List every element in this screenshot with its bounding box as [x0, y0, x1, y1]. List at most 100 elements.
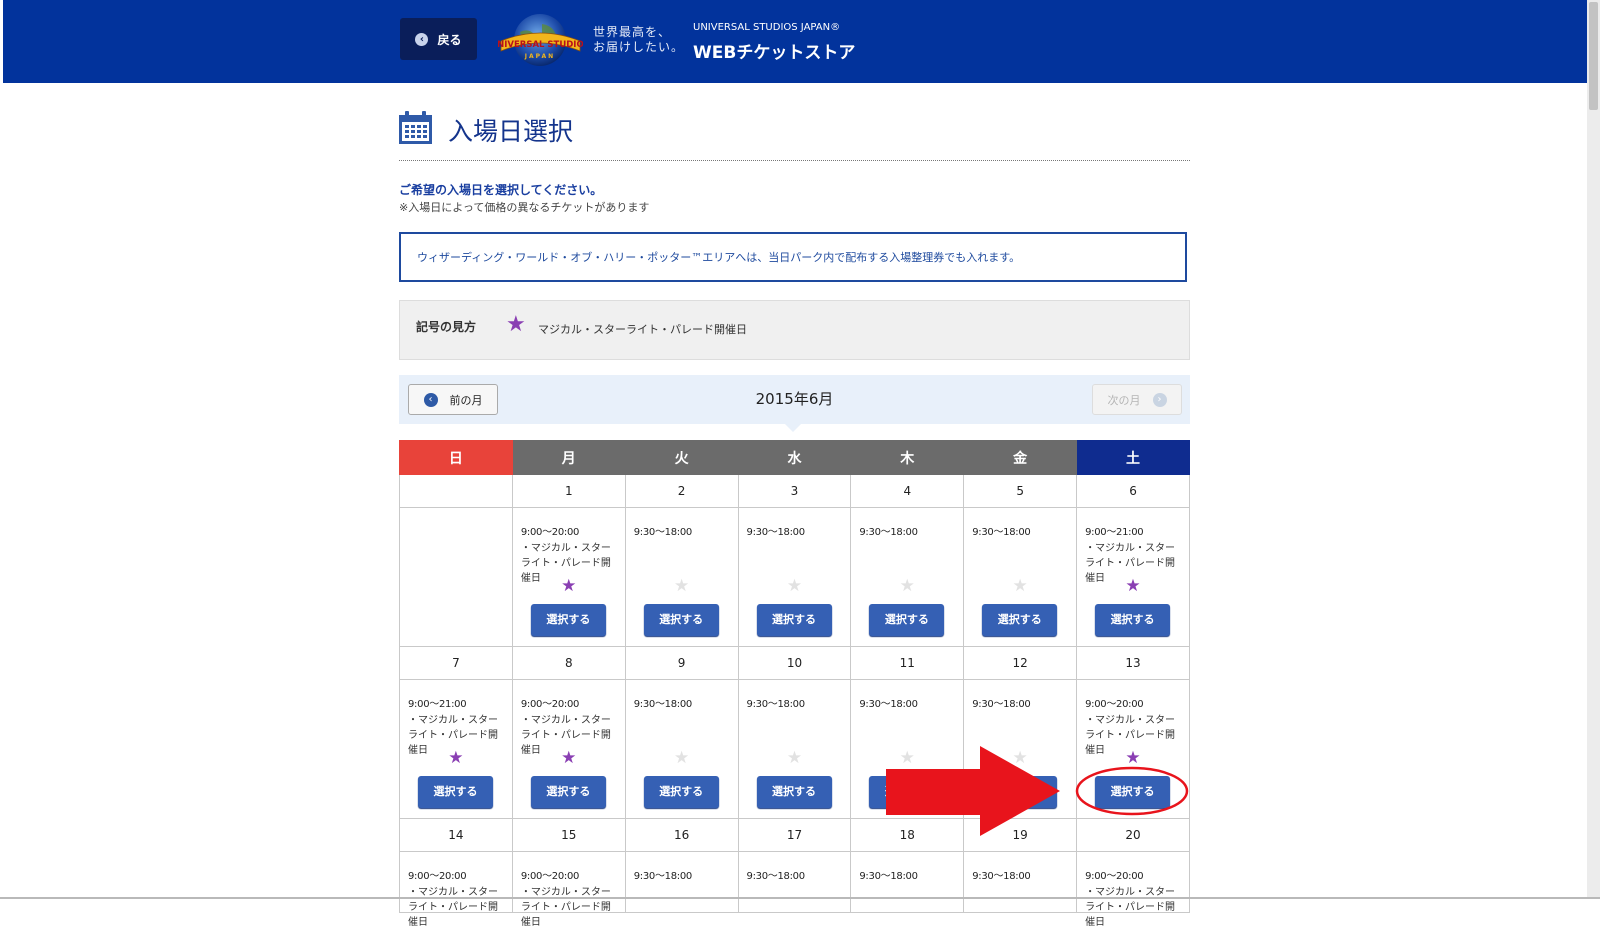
- park-hours: 9:00〜20:00: [1085, 871, 1144, 882]
- divider: [399, 160, 1190, 161]
- store-title: WEBチケットストア: [693, 43, 856, 63]
- date-number: 19: [963, 818, 1078, 852]
- current-month: 2015年6月: [755, 390, 834, 408]
- date-number: [399, 474, 513, 508]
- back-button[interactable]: ‹ 戻る: [400, 18, 477, 60]
- parade-note: ・マジカル・スターライト・パレード開催日: [1085, 887, 1176, 928]
- day-info-row: 9:00〜20:00 ・マジカル・スターライト・パレード開催日 ★ 選択する 9:30〜…: [399, 507, 1190, 647]
- select-date-button[interactable]: 選択する: [869, 604, 945, 636]
- day-cell: 9:00〜20:00 ・マジカル・スターライト・パレード開催日: [511, 851, 626, 928]
- select-date-button[interactable]: 選択する: [530, 604, 606, 636]
- day-cell: 9:30〜18:00 ★ 選択する: [850, 679, 965, 819]
- day-cell: 9:00〜21:00 ・マジカル・スターライト・パレード開催日 ★ 選択する: [1076, 507, 1190, 647]
- day-cell: 9:30〜18:00: [737, 851, 852, 913]
- date-number: 15: [511, 818, 626, 852]
- usj-logo[interactable]: UNIVERSAL STUDIOS JAPAN: [490, 10, 590, 72]
- day-cell: 9:00〜20:00 ・マジカル・スターライト・パレード開催日: [1076, 851, 1190, 928]
- date-number: 1: [511, 474, 626, 508]
- weekday-mon: 月: [511, 440, 626, 475]
- weekday-wed: 水: [737, 440, 852, 475]
- select-date-button[interactable]: 選択する: [869, 776, 945, 808]
- select-date-button[interactable]: 選択する: [1095, 604, 1171, 636]
- select-date-button[interactable]: 選択する: [530, 776, 606, 808]
- date-number: 2: [624, 474, 739, 508]
- notice-text: ウィザーディング・ワールド・オブ・ハリー・ポッター™エリアへは、当日パーク内で配…: [417, 251, 1021, 264]
- star-icon: ★: [786, 748, 803, 768]
- date-number: 10: [737, 646, 852, 680]
- month-caret: [785, 424, 801, 432]
- day-cell: 9:00〜20:00 ・マジカル・スターライト・パレード開催日 ★ 選択する: [511, 679, 626, 819]
- select-date-button[interactable]: 選択する: [756, 776, 832, 808]
- day-info-row: 9:00〜20:00 ・マジカル・スターライト・パレード開催日 9:00〜20:00…: [399, 851, 1190, 928]
- weekday-sun: 日: [399, 440, 513, 475]
- date-row: 7 8 9 10 11 12 13: [399, 646, 1190, 680]
- next-month-label: 次の月: [1107, 393, 1141, 407]
- day-cell: 9:00〜20:00 ・マジカル・スターライト・パレード開催日 ★ 選択する: [1076, 679, 1190, 819]
- day-cell: 9:00〜21:00 ・マジカル・スターライト・パレード開催日 ★ 選択する: [399, 679, 513, 819]
- date-number: 13: [1076, 646, 1190, 680]
- park-hours: 9:00〜20:00: [520, 871, 580, 882]
- date-row: 14 15 16 17 18 19 20: [399, 818, 1190, 852]
- star-icon: ★: [899, 576, 915, 596]
- date-number: 16: [624, 818, 739, 852]
- select-date-button[interactable]: 選択する: [756, 604, 832, 636]
- date-row: 123456: [399, 474, 1190, 508]
- notice-box: ウィザーディング・ワールド・オブ・ハリー・ポッター™エリアへは、当日パーク内で配…: [399, 232, 1187, 282]
- date-number: 8: [511, 646, 626, 680]
- day-info-row: 9:00〜21:00 ・マジカル・スターライト・パレード開催日 ★ 選択する 9:00〜…: [399, 679, 1190, 819]
- date-number: 17: [737, 818, 852, 852]
- weekday-fri: 金: [963, 440, 1078, 475]
- legend-label: マジカル・スターライト・パレード開催日: [538, 323, 747, 336]
- parade-note: ・マジカル・スターライト・パレード開催日: [520, 887, 611, 928]
- star-icon: ★: [506, 312, 526, 337]
- page-title: 入場日選択: [448, 117, 574, 146]
- day-cell: 9:30〜18:00 ★ 選択する: [737, 507, 852, 647]
- select-date-button[interactable]: 選択する: [643, 604, 719, 636]
- select-date-button[interactable]: 選択する: [418, 776, 493, 808]
- park-hours: 9:30〜18:00: [859, 699, 918, 710]
- day-cell: 9:30〜18:00 ★ 選択する: [850, 507, 965, 647]
- day-cell: 9:30〜18:00: [963, 851, 1078, 913]
- day-cell: 9:30〜18:00 ★ 選択する: [737, 679, 852, 819]
- star-icon: ★: [1125, 748, 1141, 768]
- chevron-right-icon: ›: [1152, 392, 1167, 407]
- next-month-button: 次の月 ›: [1092, 384, 1182, 415]
- park-hours: 9:30〜18:00: [972, 871, 1031, 882]
- park-hours: 9:00〜21:00: [408, 699, 467, 710]
- site-header: ‹ 戻る UNIVERSAL STUDIOS JAPAN 世界最高を、 お届けし…: [3, 0, 1587, 83]
- date-number: 18: [850, 818, 965, 852]
- star-icon: ★: [673, 748, 690, 768]
- star-icon: ★: [561, 748, 577, 768]
- select-date-button[interactable]: 選択する: [982, 776, 1058, 808]
- date-number: 3: [737, 474, 852, 508]
- day-cell: 9:30〜18:00 ★ 選択する: [624, 507, 739, 647]
- park-hours: 9:30〜18:00: [972, 527, 1031, 538]
- tagline-line2: お届けしたい。: [593, 40, 685, 54]
- date-number: 6: [1076, 474, 1190, 508]
- scrollbar-thumb[interactable]: [1589, 2, 1598, 110]
- date-number: 20: [1076, 818, 1190, 852]
- logo-text-top: UNIVERSAL STUDIOS: [498, 40, 583, 50]
- usj-label: UNIVERSAL STUDIOS JAPAN®: [693, 22, 841, 33]
- park-hours: 9:30〜18:00: [746, 699, 806, 710]
- select-date-button[interactable]: 選択する: [643, 776, 719, 808]
- park-hours: 9:30〜18:00: [633, 871, 693, 882]
- star-icon: ★: [1012, 576, 1028, 596]
- select-date-button[interactable]: 選択する: [982, 604, 1058, 636]
- logo-text-bottom: JAPAN: [524, 53, 555, 60]
- date-number: 4: [850, 474, 965, 508]
- weekday-sat: 土: [1076, 440, 1190, 475]
- select-date-button[interactable]: 選択する: [1095, 776, 1171, 808]
- legend-box: 記号の見方 ★ マジカル・スターライト・パレード開催日: [399, 300, 1190, 360]
- park-hours: 9:00〜20:00: [520, 527, 580, 538]
- scrollbar[interactable]: [1587, 0, 1600, 899]
- calendar-table: 日 月 火 水 木 金 土 1 2 3 4 5 6 9:00〜20:00 ・マジカル・スターラ…: [399, 440, 1190, 928]
- legend-title: 記号の見方: [416, 320, 477, 334]
- date-number: 9: [624, 646, 739, 680]
- date-number: 14: [399, 818, 513, 852]
- weekday-header: 日 月 火 水 木 金 土: [399, 440, 1190, 475]
- price-note: ※入場日によって価格の異なるチケットがあります: [399, 201, 650, 214]
- weekday-thu: 木: [850, 440, 965, 475]
- park-hours: 9:30〜18:00: [746, 871, 806, 882]
- star-icon: ★: [673, 576, 690, 596]
